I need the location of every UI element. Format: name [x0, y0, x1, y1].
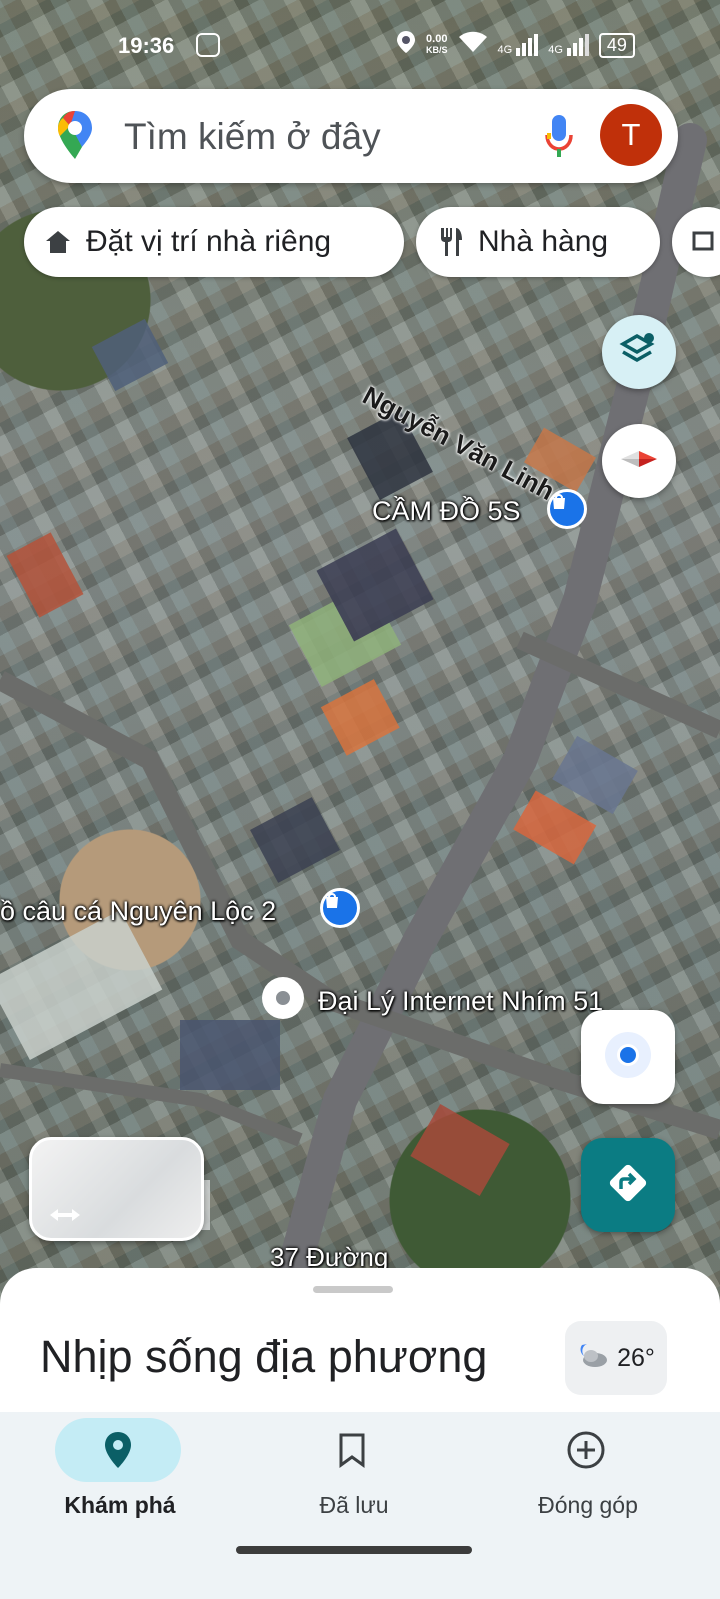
place-label-cam-do[interactable]: CẦM ĐỒ 5S [372, 496, 521, 527]
status-bar: 19:36 0.00 KB/S 4G 4G 49 [0, 0, 720, 90]
shopping-bag-icon[interactable] [320, 888, 360, 928]
home-icon [44, 229, 72, 255]
network-speed: 0.00 KB/S [426, 34, 448, 56]
layers-button[interactable] [602, 315, 676, 389]
nav-label: Đã lưu [319, 1492, 389, 1518]
bottom-sheet[interactable]: Nhịp sống địa phương 26° [0, 1268, 720, 1418]
signal-icon-2: 4G [548, 34, 589, 56]
nav-label: Đóng góp [538, 1492, 638, 1518]
layers-icon [619, 330, 659, 375]
speed-value: 0.00 [426, 33, 448, 45]
signal-icon: 4G [498, 34, 539, 56]
home-indicator[interactable] [236, 1546, 472, 1554]
bottom-nav: Khám phá Đã lưu Đóng góp [0, 1412, 720, 1599]
maps-logo-icon [56, 109, 94, 166]
avatar[interactable]: T [600, 104, 662, 166]
my-location-button[interactable] [581, 1010, 675, 1104]
sheet-title: Nhịp sống địa phương [40, 1331, 488, 1382]
nav-contribute[interactable]: Đóng góp [468, 1412, 708, 1542]
bookmark-icon [289, 1418, 415, 1482]
nav-explore[interactable]: Khám phá [0, 1412, 240, 1542]
compass-button[interactable] [602, 424, 676, 498]
place-pin-icon [55, 1418, 181, 1482]
place-label-internet[interactable]: Đại Lý Internet Nhím 51 [318, 986, 603, 1017]
map-roads [0, 123, 720, 1320]
clock: 19:36 [118, 33, 175, 58]
place-label-cau-ca[interactable]: ồ câu cá Nguyên Lộc 2 [0, 896, 276, 927]
location-icon [396, 30, 416, 60]
battery-indicator: 49 [598, 32, 635, 58]
drag-handle[interactable] [313, 1286, 393, 1293]
map-view[interactable]: Nguyễn Văn Linh CẦM ĐỒ 5S ồ câu cá Nguyê… [0, 0, 720, 1320]
wifi-icon [458, 31, 488, 59]
search-input[interactable] [122, 111, 506, 163]
nav-saved[interactable]: Đã lưu [234, 1412, 474, 1542]
speed-unit: KB/S [426, 45, 448, 55]
temperature: 26° [617, 1343, 655, 1372]
place-marker-icon[interactable] [262, 977, 304, 1019]
nav-label: Khám phá [64, 1492, 176, 1518]
mic-icon[interactable] [544, 113, 574, 164]
signal-type-2: 4G [548, 44, 563, 56]
chip-restaurants[interactable]: Nhà hàng [416, 207, 660, 277]
street-view-icon [48, 1206, 82, 1229]
street-view-thumbnail[interactable] [29, 1137, 204, 1241]
add-circle-icon [523, 1418, 649, 1482]
chip-label: Nhà hàng [478, 225, 609, 258]
compass-icon [619, 449, 659, 474]
weather-chip[interactable]: 26° [565, 1321, 667, 1395]
chip-set-home[interactable]: Đặt vị trí nhà riêng [24, 207, 404, 277]
directions-icon [606, 1161, 650, 1210]
my-location-icon [603, 1030, 653, 1085]
restaurant-icon [438, 226, 464, 258]
shopping-bag-icon[interactable] [547, 489, 587, 529]
search-bar[interactable]: T [24, 89, 678, 183]
cloudy-night-icon [577, 1340, 609, 1377]
directions-button[interactable] [581, 1138, 675, 1232]
app-notification-icon [196, 33, 220, 57]
chip-label: Đặt vị trí nhà riêng [86, 225, 332, 258]
hotel-icon [692, 229, 718, 255]
signal-type: 4G [497, 44, 513, 56]
